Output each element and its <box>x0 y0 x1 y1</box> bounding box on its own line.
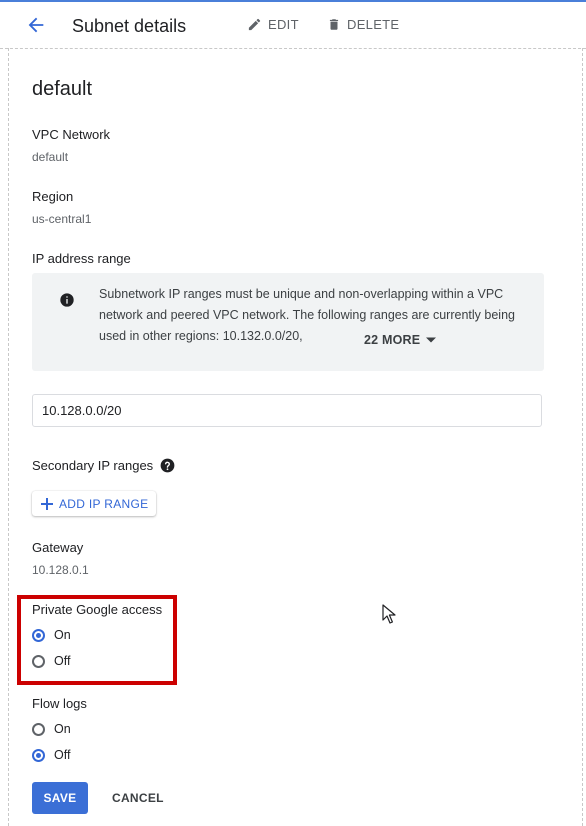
radio-selected-icon <box>32 748 45 762</box>
caret-down-icon <box>426 337 437 343</box>
page-header: Subnet details EDIT DELETE <box>0 2 586 49</box>
delete-button[interactable]: DELETE <box>327 17 399 32</box>
panel-border-left <box>8 48 9 826</box>
secondary-ranges-label: Secondary IP ranges <box>32 458 154 473</box>
flow-logs-off-label: Off <box>54 748 71 762</box>
private-access-on-label: On <box>54 628 71 642</box>
region-value: us-central1 <box>32 212 92 226</box>
add-ip-range-label: ADD IP RANGE <box>59 496 149 511</box>
page-title: Subnet details <box>72 16 187 36</box>
flow-logs-off-radio[interactable]: Off <box>32 748 70 762</box>
radio-selected-icon <box>32 628 45 642</box>
trash-icon <box>329 19 339 30</box>
edit-button[interactable]: EDIT <box>247 17 299 32</box>
vpc-network-value: default <box>32 150 69 164</box>
save-button[interactable]: SAVE <box>32 782 88 814</box>
private-access-off-radio[interactable]: Off <box>32 654 70 668</box>
private-google-access-label: Private Google access <box>32 602 163 617</box>
edit-label: EDIT <box>268 17 299 32</box>
private-access-on-radio[interactable]: On <box>32 628 71 642</box>
radio-unselected-icon <box>32 722 45 736</box>
info-icon <box>59 292 75 308</box>
radio-unselected-icon <box>32 654 45 668</box>
mouse-pointer-icon <box>382 604 396 624</box>
subnet-name: default <box>32 78 93 100</box>
info-text: Subnetwork IP ranges must be unique and … <box>99 287 515 343</box>
more-ranges-button[interactable]: 22 MORE <box>364 333 437 347</box>
flow-logs-on-radio[interactable]: On <box>32 722 71 736</box>
add-ip-range-button[interactable]: ADD IP RANGE <box>32 491 156 516</box>
gateway-value: 10.128.0.1 <box>32 563 89 577</box>
private-access-off-label: Off <box>54 654 71 668</box>
ip-range-info-box: Subnetwork IP ranges must be unique and … <box>32 273 544 371</box>
plus-icon <box>41 497 53 510</box>
pencil-icon <box>248 18 261 31</box>
ip-range-input[interactable] <box>32 394 542 427</box>
vpc-network-label: VPC Network <box>32 127 111 142</box>
flow-logs-label: Flow logs <box>32 696 87 711</box>
delete-label: DELETE <box>347 17 400 32</box>
panel-border-right <box>582 48 583 826</box>
back-arrow-icon[interactable] <box>25 14 47 36</box>
cancel-button[interactable]: CANCEL <box>112 791 164 805</box>
ip-range-label: IP address range <box>32 251 131 266</box>
help-icon[interactable] <box>160 458 175 473</box>
more-ranges-label: 22 MORE <box>364 333 421 347</box>
gateway-label: Gateway <box>32 540 84 555</box>
region-label: Region <box>32 189 74 204</box>
flow-logs-on-label: On <box>54 722 71 736</box>
